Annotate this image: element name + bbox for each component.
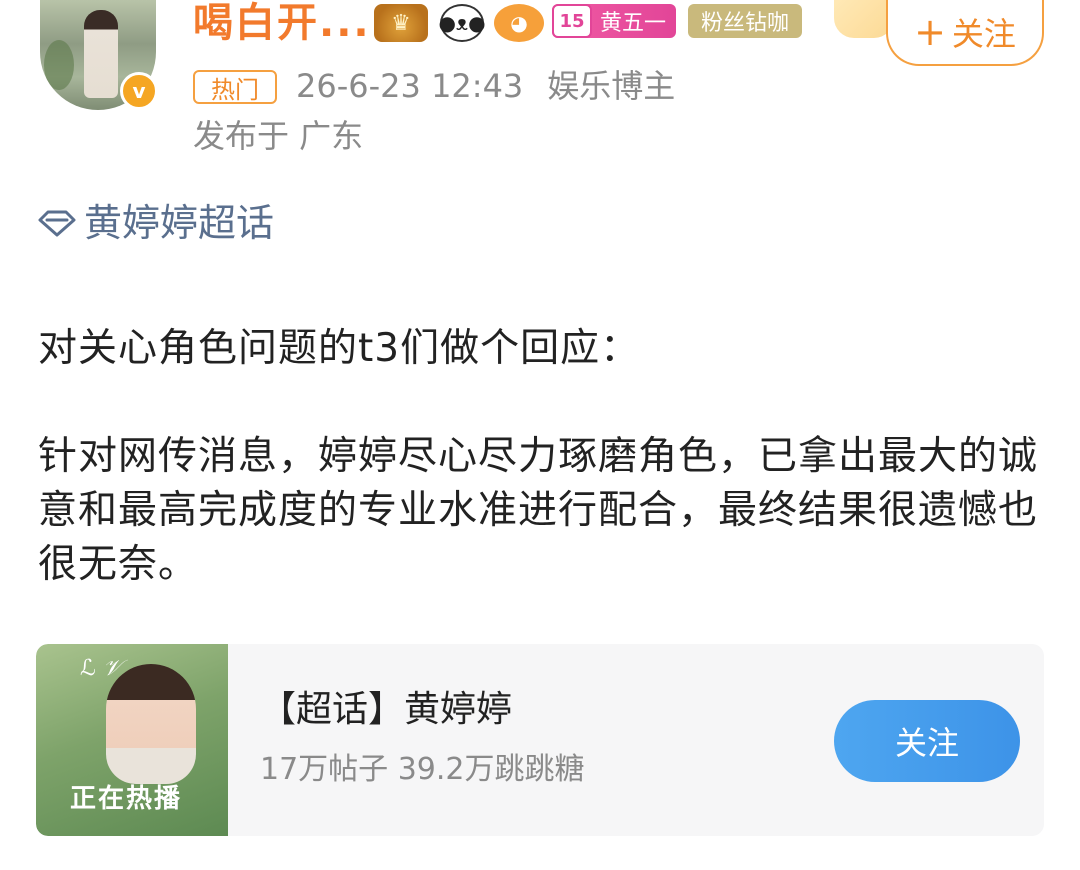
follow-user-button[interactable]: + 关注 [886,0,1044,66]
supertopic-label: 黄婷婷超话 [84,201,275,245]
post-paragraph: 对关心角色问题的t3们做个回应： [38,326,641,371]
card-follow-button[interactable]: 关注 [834,700,1020,782]
card-stats: 17万帖子 39.2万跳跳糖 [260,752,585,787]
plus-icon: + [914,10,946,54]
thumbnail-script-text: ℒ 𝒱 [80,656,122,681]
thumbnail-portrait [106,664,196,784]
avatar-figure [84,10,118,98]
post-body: 对关心角色问题的t3们做个回应： 针对网传消息，婷婷尽心尽力琢磨角色，已拿出最大… [38,322,1048,646]
verified-icon: v [120,72,158,110]
follow-user-label: 关注 [951,15,1016,53]
fan-level-number: 15 [552,4,592,38]
post-location: 发布于 广东 [193,117,364,155]
thumbnail-caption: 正在热播 [70,784,183,814]
post-timestamp: 26-6-23 12:43 [296,67,524,105]
fan-level-label: 黄五一 [600,11,667,36]
post-category: 娱乐博主 [547,67,676,105]
crown-medal-icon[interactable]: ♛ [374,4,428,42]
panda-medal-icon[interactable]: ●ᴥ● [438,4,486,42]
username[interactable]: 喝白开... [193,0,371,46]
post-meta: 26-6-23 12:43 娱乐博主 [296,64,675,108]
decoration-sticker-icon [834,0,894,38]
card-title: 【超话】黄婷婷 [260,689,513,730]
fish-medal-icon[interactable]: ◕ [494,4,544,42]
fan-level-badge[interactable]: 15 黄五一 [552,4,676,38]
supertopic-card[interactable]: ℒ 𝒱 正在热播 【超话】黄婷婷 17万帖子 39.2万跳跳糖 关注 [36,644,1044,836]
supertopic-link[interactable]: 黄婷婷超话 [36,198,274,248]
post-paragraph: 针对网传消息，婷婷尽心尽力琢磨角色，已拿出最大的诚意和最高完成度的专业水准进行配… [38,434,1039,587]
supertopic-diamond-icon [38,210,76,237]
hot-badge: 热门 [193,70,277,104]
fan-tier-badge[interactable]: 粉丝钻咖 [688,4,802,38]
supertopic-thumbnail: ℒ 𝒱 正在热播 [36,644,228,836]
post-header: v 喝白开... ♛ ●ᴥ● ◕ 15 黄五一 粉丝钻咖 + 关注 热门 26-… [0,0,1080,170]
avatar-background [44,40,74,90]
